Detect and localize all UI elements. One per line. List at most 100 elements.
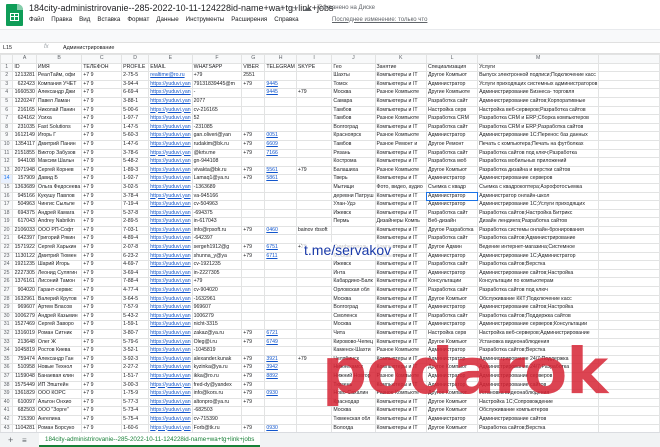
- row-header[interactable]: 16: [0, 191, 14, 202]
- table-cell[interactable]: [598, 217, 660, 227]
- table-cell[interactable]: Разработка системы онлайн-бронирования: [477, 225, 600, 236]
- table-cell[interactable]: +79: [241, 79, 266, 90]
- table-cell[interactable]: +79: [241, 148, 266, 159]
- table-cell[interactable]: +7 9: [81, 423, 123, 432]
- table-cell[interactable]: https://yuduvi.yan: [148, 139, 193, 150]
- table-cell[interactable]: +7 9: [81, 414, 123, 425]
- table-cell[interactable]: Разработка CRM и ERP;Сборка компьютеров: [477, 114, 600, 124]
- table-cell[interactable]: https://yuduvi.yan: [148, 88, 193, 98]
- table-cell[interactable]: +7 9: [81, 165, 123, 176]
- row-header[interactable]: 22: [0, 243, 14, 253]
- table-cell[interactable]: [295, 277, 333, 288]
- table-cell[interactable]: 1220247: [12, 96, 37, 107]
- table-cell[interactable]: [295, 406, 333, 416]
- table-cell[interactable]: [295, 286, 333, 296]
- table-cell[interactable]: Разработка сайт: [425, 234, 479, 245]
- table-cell[interactable]: Павел Ламан: [35, 96, 83, 107]
- table-cell[interactable]: Компьютеры и IT: [374, 200, 427, 210]
- table-cell[interactable]: 3-00-3: [121, 380, 150, 391]
- table-cell[interactable]: +7 9: [81, 311, 123, 322]
- table-cell[interactable]: rudakim@bk.ru: [191, 139, 243, 150]
- table-cell[interactable]: [241, 286, 266, 296]
- table-cell[interactable]: 1-47-5: [121, 122, 150, 133]
- table-cell[interactable]: +79: [295, 165, 333, 176]
- row-header[interactable]: 2: [0, 71, 14, 81]
- table-cell[interactable]: Консультации по компьютерам: [477, 277, 600, 288]
- table-cell[interactable]: cv-1921235: [191, 260, 243, 270]
- table-cell[interactable]: [598, 371, 660, 382]
- table-cell[interactable]: 5-77-3: [121, 397, 150, 408]
- column-header[interactable]: C: [81, 54, 123, 64]
- row-header[interactable]: 21: [0, 234, 14, 245]
- table-cell[interactable]: ООО РП-Софт: [35, 225, 83, 236]
- table-cell[interactable]: +7 9: [81, 371, 123, 382]
- table-cell[interactable]: Разработка сайтов;Администрирование: [477, 234, 600, 245]
- table-cell[interactable]: Игорь Г: [35, 131, 83, 141]
- table-cell[interactable]: Самара: [331, 96, 376, 107]
- table-cell[interactable]: Новые Технол: [35, 363, 83, 373]
- table-cell[interactable]: ID: [12, 62, 37, 73]
- table-cell[interactable]: 1-47-6: [121, 139, 150, 150]
- table-cell[interactable]: 7-19-4: [121, 200, 150, 210]
- table-cell[interactable]: 3-78-6: [121, 148, 150, 159]
- table-cell[interactable]: +7 9: [81, 114, 123, 124]
- table-cell[interactable]: Разработка сайтов;Верстка: [477, 423, 600, 432]
- table-cell[interactable]: Администратор онлайн-школ: [477, 191, 600, 202]
- column-header[interactable]: K: [374, 54, 427, 64]
- table-cell[interactable]: [295, 423, 333, 432]
- row-header[interactable]: 5: [0, 96, 14, 107]
- table-cell[interactable]: zakaz@ya.ru: [191, 329, 243, 339]
- table-cell[interactable]: 1104281: [12, 423, 37, 432]
- table-cell[interactable]: 157909: [12, 174, 37, 184]
- table-cell[interactable]: [598, 114, 660, 124]
- table-cell[interactable]: [598, 200, 660, 210]
- table-cell[interactable]: [598, 122, 660, 133]
- table-cell[interactable]: 1-59-1: [121, 320, 150, 330]
- table-cell[interactable]: Дизайнеры Компь: [374, 217, 427, 227]
- menu-view[interactable]: Вид: [79, 16, 90, 23]
- table-cell[interactable]: Обслуживание ККТ;Подключение касс: [477, 294, 600, 305]
- table-cell[interactable]: 1-51-7: [121, 371, 150, 382]
- table-cell[interactable]: Александр Джи: [35, 88, 83, 98]
- table-cell[interactable]: 2-89-5: [121, 217, 150, 227]
- row-header[interactable]: 25: [0, 268, 14, 279]
- table-cell[interactable]: Разработка сайт: [425, 260, 479, 270]
- table-cell[interactable]: 904020: [12, 286, 37, 296]
- row-header[interactable]: 41: [0, 406, 14, 416]
- table-cell[interactable]: 231035: [12, 122, 37, 133]
- table-cell[interactable]: https://yuduvi.yan: [148, 397, 193, 408]
- table-cell[interactable]: +7 9: [81, 251, 123, 262]
- table-cell[interactable]: kyzinka@ya.ru: [191, 363, 243, 373]
- table-cell[interactable]: Роман Ситник: [35, 329, 83, 339]
- table-cell[interactable]: [598, 182, 660, 193]
- table-cell[interactable]: Администратор: [425, 251, 479, 262]
- table-cell[interactable]: 6-23-2: [121, 251, 150, 262]
- table-cell[interactable]: Москва: [331, 320, 376, 330]
- table-cell[interactable]: 642397: [12, 234, 37, 245]
- table-cell[interactable]: Компьютеры и IT: [374, 191, 427, 202]
- table-cell[interactable]: [598, 165, 660, 176]
- table-cell[interactable]: Компьютеры и IT: [374, 174, 427, 184]
- table-cell[interactable]: altonpro@ya.ru: [191, 397, 243, 408]
- table-cell[interactable]: -1363689: [191, 182, 243, 193]
- table-cell[interactable]: Компьютеры и IT: [374, 414, 427, 425]
- table-cell[interactable]: 7166: [264, 148, 297, 159]
- table-cell[interactable]: Компьютеры и IT: [374, 260, 427, 270]
- table-cell[interactable]: [241, 260, 266, 270]
- table-cell[interactable]: https://yuduvi.yan: [148, 294, 193, 305]
- row-header[interactable]: 43: [0, 423, 14, 432]
- table-cell[interactable]: 6609: [264, 139, 297, 150]
- table-cell[interactable]: Ольга Федосеева: [35, 182, 83, 193]
- table-cell[interactable]: Ижевск: [331, 208, 376, 219]
- table-cell[interactable]: +7 9: [81, 105, 123, 116]
- table-cell[interactable]: https://yuduvi.yan: [148, 200, 193, 210]
- table-cell[interactable]: Мытищи: [331, 182, 376, 193]
- table-cell[interactable]: [295, 260, 333, 270]
- table-cell[interactable]: [598, 423, 660, 432]
- hamburger-icon[interactable]: ≡: [22, 436, 27, 445]
- table-cell[interactable]: 5-43-2: [121, 311, 150, 322]
- table-cell[interactable]: Усиха: [35, 114, 83, 124]
- table-cell[interactable]: 9445: [264, 88, 297, 98]
- table-cell[interactable]: Услуги: [477, 62, 600, 73]
- table-cell[interactable]: Разработка сайтов под ключ;Разработка: [477, 148, 600, 159]
